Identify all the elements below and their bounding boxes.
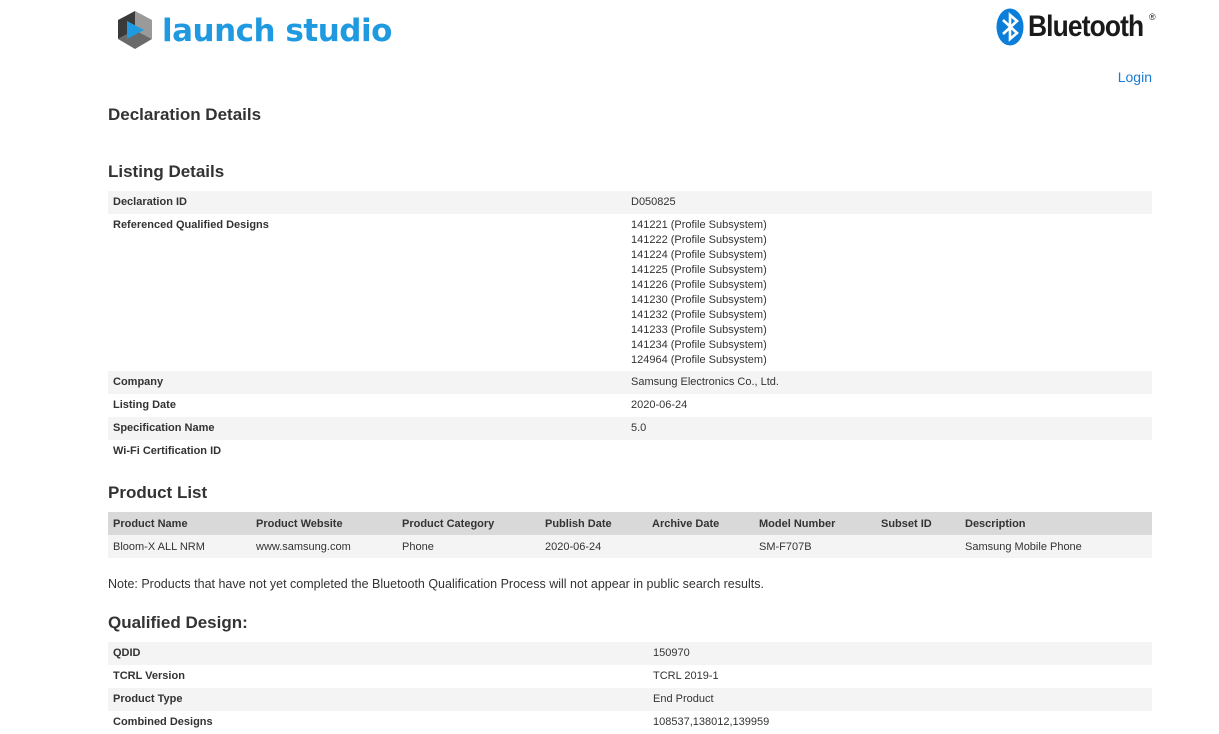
referenced-design-item: 141225 (Profile Subsystem) xyxy=(631,264,767,276)
column-header: Subset ID xyxy=(876,512,960,535)
specification-name-label: Specification Name xyxy=(113,422,215,434)
referenced-design-item: 141224 (Profile Subsystem) xyxy=(631,249,767,261)
column-header: Product Website xyxy=(251,512,397,535)
wifi-certification-row: Wi-Fi Certification ID xyxy=(108,440,1152,463)
referenced-designs-list: 141221 (Profile Subsystem) 141222 (Profi… xyxy=(626,214,1152,371)
column-header: Product Category xyxy=(397,512,540,535)
column-header: Model Number xyxy=(754,512,876,535)
login-link[interactable]: Login xyxy=(1118,69,1152,85)
combined-designs-row: Combined Designs 108537,138012,139959 xyxy=(108,711,1152,734)
launch-studio-logo[interactable]: launch studio xyxy=(114,8,392,54)
specification-name-row: Specification Name 5.0 xyxy=(108,417,1152,440)
qdid-row: QDID 150970 xyxy=(108,642,1152,665)
qualification-note: Note: Products that have not yet complet… xyxy=(108,577,764,591)
column-header: Product Name xyxy=(108,512,251,535)
product-category-cell: Phone xyxy=(397,535,540,558)
product-type-label: Product Type xyxy=(113,693,183,705)
referenced-designs-label: Referenced Qualified Designs xyxy=(113,219,269,231)
column-header: Publish Date xyxy=(540,512,647,535)
bluetooth-logo: Bluetooth ® xyxy=(996,8,1156,46)
referenced-design-item: 141230 (Profile Subsystem) xyxy=(631,294,767,306)
company-row: Company Samsung Electronics Co., Ltd. xyxy=(108,371,1152,394)
listing-date-label: Listing Date xyxy=(113,399,176,411)
tcrl-version-label: TCRL Version xyxy=(113,670,185,682)
page-title: Declaration Details xyxy=(108,105,262,124)
declaration-id-label: Declaration ID xyxy=(113,196,187,208)
column-header: Archive Date xyxy=(647,512,754,535)
combined-designs-label: Combined Designs xyxy=(113,716,213,728)
product-type-row: Product Type End Product xyxy=(108,688,1152,711)
product-website-cell: www.samsung.com xyxy=(251,535,397,558)
publish-date-cell: 2020-06-24 xyxy=(540,535,647,558)
tcrl-version-value: TCRL 2019-1 xyxy=(653,670,719,682)
subset-id-cell xyxy=(876,535,960,558)
bluetooth-rune-icon xyxy=(996,8,1024,46)
referenced-design-item: 141233 (Profile Subsystem) xyxy=(631,324,767,336)
listing-details-heading: Listing Details xyxy=(108,162,225,181)
archive-date-cell xyxy=(647,535,754,558)
launch-studio-cube-icon xyxy=(118,11,152,49)
qualified-design-heading: Qualified Design: xyxy=(108,613,248,632)
referenced-design-item: 141221 (Profile Subsystem) xyxy=(631,219,767,231)
description-cell: Samsung Mobile Phone xyxy=(960,535,1152,558)
listing-date-value: 2020-06-24 xyxy=(631,399,688,411)
referenced-design-item: 141232 (Profile Subsystem) xyxy=(631,309,767,321)
product-name-cell: Bloom-X ALL NRM xyxy=(108,535,251,558)
product-table-header: Product Name Product Website Product Cat… xyxy=(108,512,1152,535)
product-list-heading: Product List xyxy=(108,483,208,502)
declaration-id-row: Declaration ID D050825 xyxy=(108,191,1152,214)
specification-name-value: 5.0 xyxy=(631,422,647,434)
product-type-value: End Product xyxy=(653,693,714,705)
listing-date-row: Listing Date 2020-06-24 xyxy=(108,394,1152,417)
qdid-value: 150970 xyxy=(653,647,690,659)
bluetooth-wordmark: Bluetooth xyxy=(1028,10,1144,43)
referenced-designs-row: Referenced Qualified Designs 141221 (Pro… xyxy=(108,214,1152,371)
wifi-certification-label: Wi-Fi Certification ID xyxy=(113,445,222,457)
registered-mark: ® xyxy=(1148,12,1156,22)
declaration-id-value: D050825 xyxy=(631,196,676,208)
table-row: Bloom-X ALL NRM www.samsung.com Phone 20… xyxy=(108,535,1152,558)
company-value: Samsung Electronics Co., Ltd. xyxy=(631,376,779,388)
model-number-cell: SM-F707B xyxy=(754,535,876,558)
tcrl-version-row: TCRL Version TCRL 2019-1 xyxy=(108,665,1152,688)
qualified-design-table: QDID 150970 TCRL Version TCRL 2019-1 Pro… xyxy=(108,642,1152,734)
launch-studio-wordmark: launch studio xyxy=(162,12,392,49)
product-list-table: Product Name Product Website Product Cat… xyxy=(108,512,1152,558)
listing-details-table: Declaration ID D050825 Referenced Qualif… xyxy=(108,191,1152,463)
referenced-design-item: 141234 (Profile Subsystem) xyxy=(631,339,767,351)
column-header: Description xyxy=(960,512,1152,535)
qdid-label: QDID xyxy=(113,647,141,659)
referenced-design-item: 124964 (Profile Subsystem) xyxy=(631,354,767,366)
company-label: Company xyxy=(113,376,164,388)
combined-designs-value: 108537,138012,139959 xyxy=(653,716,770,728)
referenced-design-item: 141222 (Profile Subsystem) xyxy=(631,234,767,246)
referenced-design-item: 141226 (Profile Subsystem) xyxy=(631,279,767,291)
wifi-certification-value xyxy=(626,440,1152,463)
